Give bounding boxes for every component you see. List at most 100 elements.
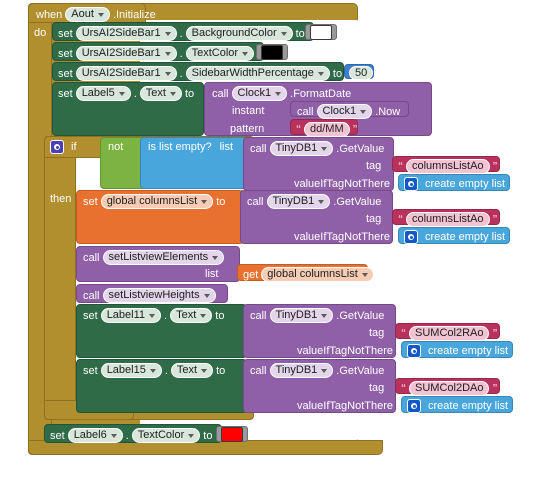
- valueiftagnotthere-socket-label: valueIfTagNotThere: [294, 178, 390, 190]
- color-swatch-red: [221, 426, 243, 442]
- property-field-backgroundcolor[interactable]: BackgroundColor: [185, 26, 293, 41]
- set-keyword: set: [58, 47, 73, 60]
- procedure-field-setlistviewheights[interactable]: setListviewHeights: [102, 288, 216, 303]
- chevron-down-icon[interactable]: [169, 91, 176, 96]
- chevron-down-icon[interactable]: [317, 71, 324, 76]
- create-empty-list-row-condition: create empty list: [404, 177, 505, 191]
- chevron-down-icon[interactable]: [321, 146, 328, 151]
- call-row-clock1-now: call Clock1 .Now: [297, 104, 400, 119]
- chevron-down-icon[interactable]: [164, 51, 171, 56]
- do-keyword: do: [34, 27, 47, 39]
- call-row-setlistviewelements: call setListviewElements: [83, 250, 225, 265]
- call-keyword: call: [247, 195, 264, 208]
- close-quote-icon: ”: [492, 214, 498, 225]
- gear-icon[interactable]: [407, 344, 421, 358]
- property-field-textcolor[interactable]: TextColor: [185, 46, 255, 61]
- to-keyword: to: [332, 67, 343, 80]
- component-field-tinydb1[interactable]: TinyDB1: [269, 308, 334, 323]
- variable-field-global-columnslist[interactable]: global columnsList: [261, 267, 374, 282]
- color-block-black[interactable]: [256, 44, 288, 60]
- color-block-red[interactable]: [216, 426, 248, 442]
- chevron-down-icon[interactable]: [318, 199, 325, 204]
- chevron-down-icon[interactable]: [188, 433, 195, 438]
- component-field-clock1[interactable]: Clock1: [316, 104, 373, 119]
- to-keyword: to: [215, 309, 225, 322]
- chevron-down-icon[interactable]: [361, 272, 368, 277]
- chevron-down-icon[interactable]: [321, 368, 328, 373]
- setter-row-global-columnslist: set global columnsList to: [83, 194, 225, 209]
- gear-icon[interactable]: [50, 140, 64, 154]
- component-field-label15[interactable]: Label15: [100, 363, 162, 378]
- blocks-canvas[interactable]: when Aout .Initialize do set UrsAI2SideB…: [0, 0, 544, 500]
- call-keyword: call: [297, 105, 314, 118]
- text-field-tag[interactable]: SUMCol2DAo: [409, 381, 490, 396]
- text-field-tag[interactable]: SUMCol2RAo: [409, 326, 490, 341]
- chevron-down-icon[interactable]: [201, 368, 208, 373]
- chevron-down-icon[interactable]: [149, 313, 156, 318]
- gear-icon[interactable]: [404, 177, 418, 191]
- component-field-ursai2sidebar1[interactable]: UrsAI2SideBar1: [75, 26, 177, 41]
- set-keyword: set: [50, 429, 65, 442]
- chevron-down-icon[interactable]: [149, 368, 156, 373]
- chevron-down-icon[interactable]: [164, 71, 171, 76]
- tag-socket-label: tag: [369, 382, 385, 394]
- property-field-sidebarwidthpercentage[interactable]: SidebarWidthPercentage: [185, 66, 330, 81]
- to-keyword: to: [295, 27, 305, 40]
- text-field-tag[interactable]: columnsListAo: [406, 212, 490, 227]
- create-empty-list-label: create empty list: [425, 178, 506, 190]
- set-keyword: set: [83, 364, 98, 377]
- pattern-socket-label: pattern: [230, 123, 265, 135]
- setter-row-label5-text: set Label5 . Text to: [58, 86, 194, 101]
- setter-row-textcolor: set UrsAI2SideBar1 . TextColor to: [58, 46, 266, 61]
- setter-row-backgroundcolor: set UrsAI2SideBar1 . BackgroundColor to: [58, 26, 305, 41]
- gear-icon[interactable]: [404, 230, 418, 244]
- is-list-empty-row: is list empty? list: [148, 141, 233, 153]
- get-keyword: get: [243, 268, 259, 281]
- chevron-down-icon[interactable]: [360, 109, 367, 114]
- chevron-down-icon[interactable]: [242, 51, 249, 56]
- component-field-label5[interactable]: Label5: [75, 86, 131, 101]
- not-keyword: not: [108, 141, 124, 153]
- chevron-down-icon[interactable]: [321, 313, 328, 318]
- number-field-50[interactable]: 50: [349, 66, 374, 80]
- gear-icon[interactable]: [407, 399, 421, 413]
- chevron-down-icon[interactable]: [110, 433, 117, 438]
- component-field-tinydb1[interactable]: TinyDB1: [269, 141, 334, 156]
- text-field-pattern[interactable]: dd/MM: [304, 122, 350, 137]
- valueiftagnotthere-arg-row-columnslist: valueIfTagNotThere: [294, 231, 390, 243]
- chevron-down-icon[interactable]: [164, 31, 171, 36]
- component-field-tinydb1[interactable]: TinyDB1: [266, 194, 331, 209]
- set-keyword: set: [83, 309, 98, 322]
- chevron-down-icon[interactable]: [200, 313, 207, 318]
- property-field-textcolor[interactable]: TextColor: [131, 428, 201, 443]
- variable-field-global-columnslist[interactable]: global columnsList: [100, 194, 214, 209]
- chevron-down-icon[interactable]: [118, 91, 125, 96]
- chevron-down-icon[interactable]: [275, 91, 282, 96]
- property-field-text[interactable]: Text: [170, 363, 214, 378]
- property-field-text[interactable]: Text: [139, 86, 182, 101]
- procedure-field-setlistviewelements[interactable]: setListviewElements: [102, 250, 225, 265]
- event-component-field[interactable]: Aout: [65, 7, 110, 22]
- list-arg-row-setlistviewelements: list: [205, 268, 218, 280]
- text-row-pattern: “ dd/MM ”: [296, 122, 358, 137]
- math-number-block-50[interactable]: 50: [344, 64, 374, 80]
- component-field-label11[interactable]: Label11: [100, 308, 162, 323]
- chevron-down-icon[interactable]: [97, 12, 104, 17]
- component-field-tinydb1[interactable]: TinyDB1: [269, 363, 334, 378]
- create-empty-list-label: create empty list: [428, 400, 509, 412]
- chevron-down-icon[interactable]: [203, 293, 210, 298]
- dot-separator: .: [179, 47, 183, 60]
- chevron-down-icon[interactable]: [280, 31, 287, 36]
- call-keyword: call: [250, 364, 267, 377]
- component-field-ursai2sidebar1[interactable]: UrsAI2SideBar1: [75, 66, 177, 81]
- component-field-clock1[interactable]: Clock1: [231, 86, 288, 101]
- chevron-down-icon[interactable]: [212, 255, 219, 260]
- chevron-down-icon[interactable]: [201, 199, 208, 204]
- component-field-label6[interactable]: Label6: [67, 428, 123, 443]
- pattern-arg-row: pattern: [230, 123, 264, 135]
- color-block-white[interactable]: [305, 24, 337, 40]
- component-field-ursai2sidebar1[interactable]: UrsAI2SideBar1: [75, 46, 177, 61]
- text-field-tag[interactable]: columnsListAo: [406, 159, 490, 174]
- property-field-text[interactable]: Text: [170, 308, 213, 323]
- method-name-getvalue: .GetValue: [336, 309, 385, 322]
